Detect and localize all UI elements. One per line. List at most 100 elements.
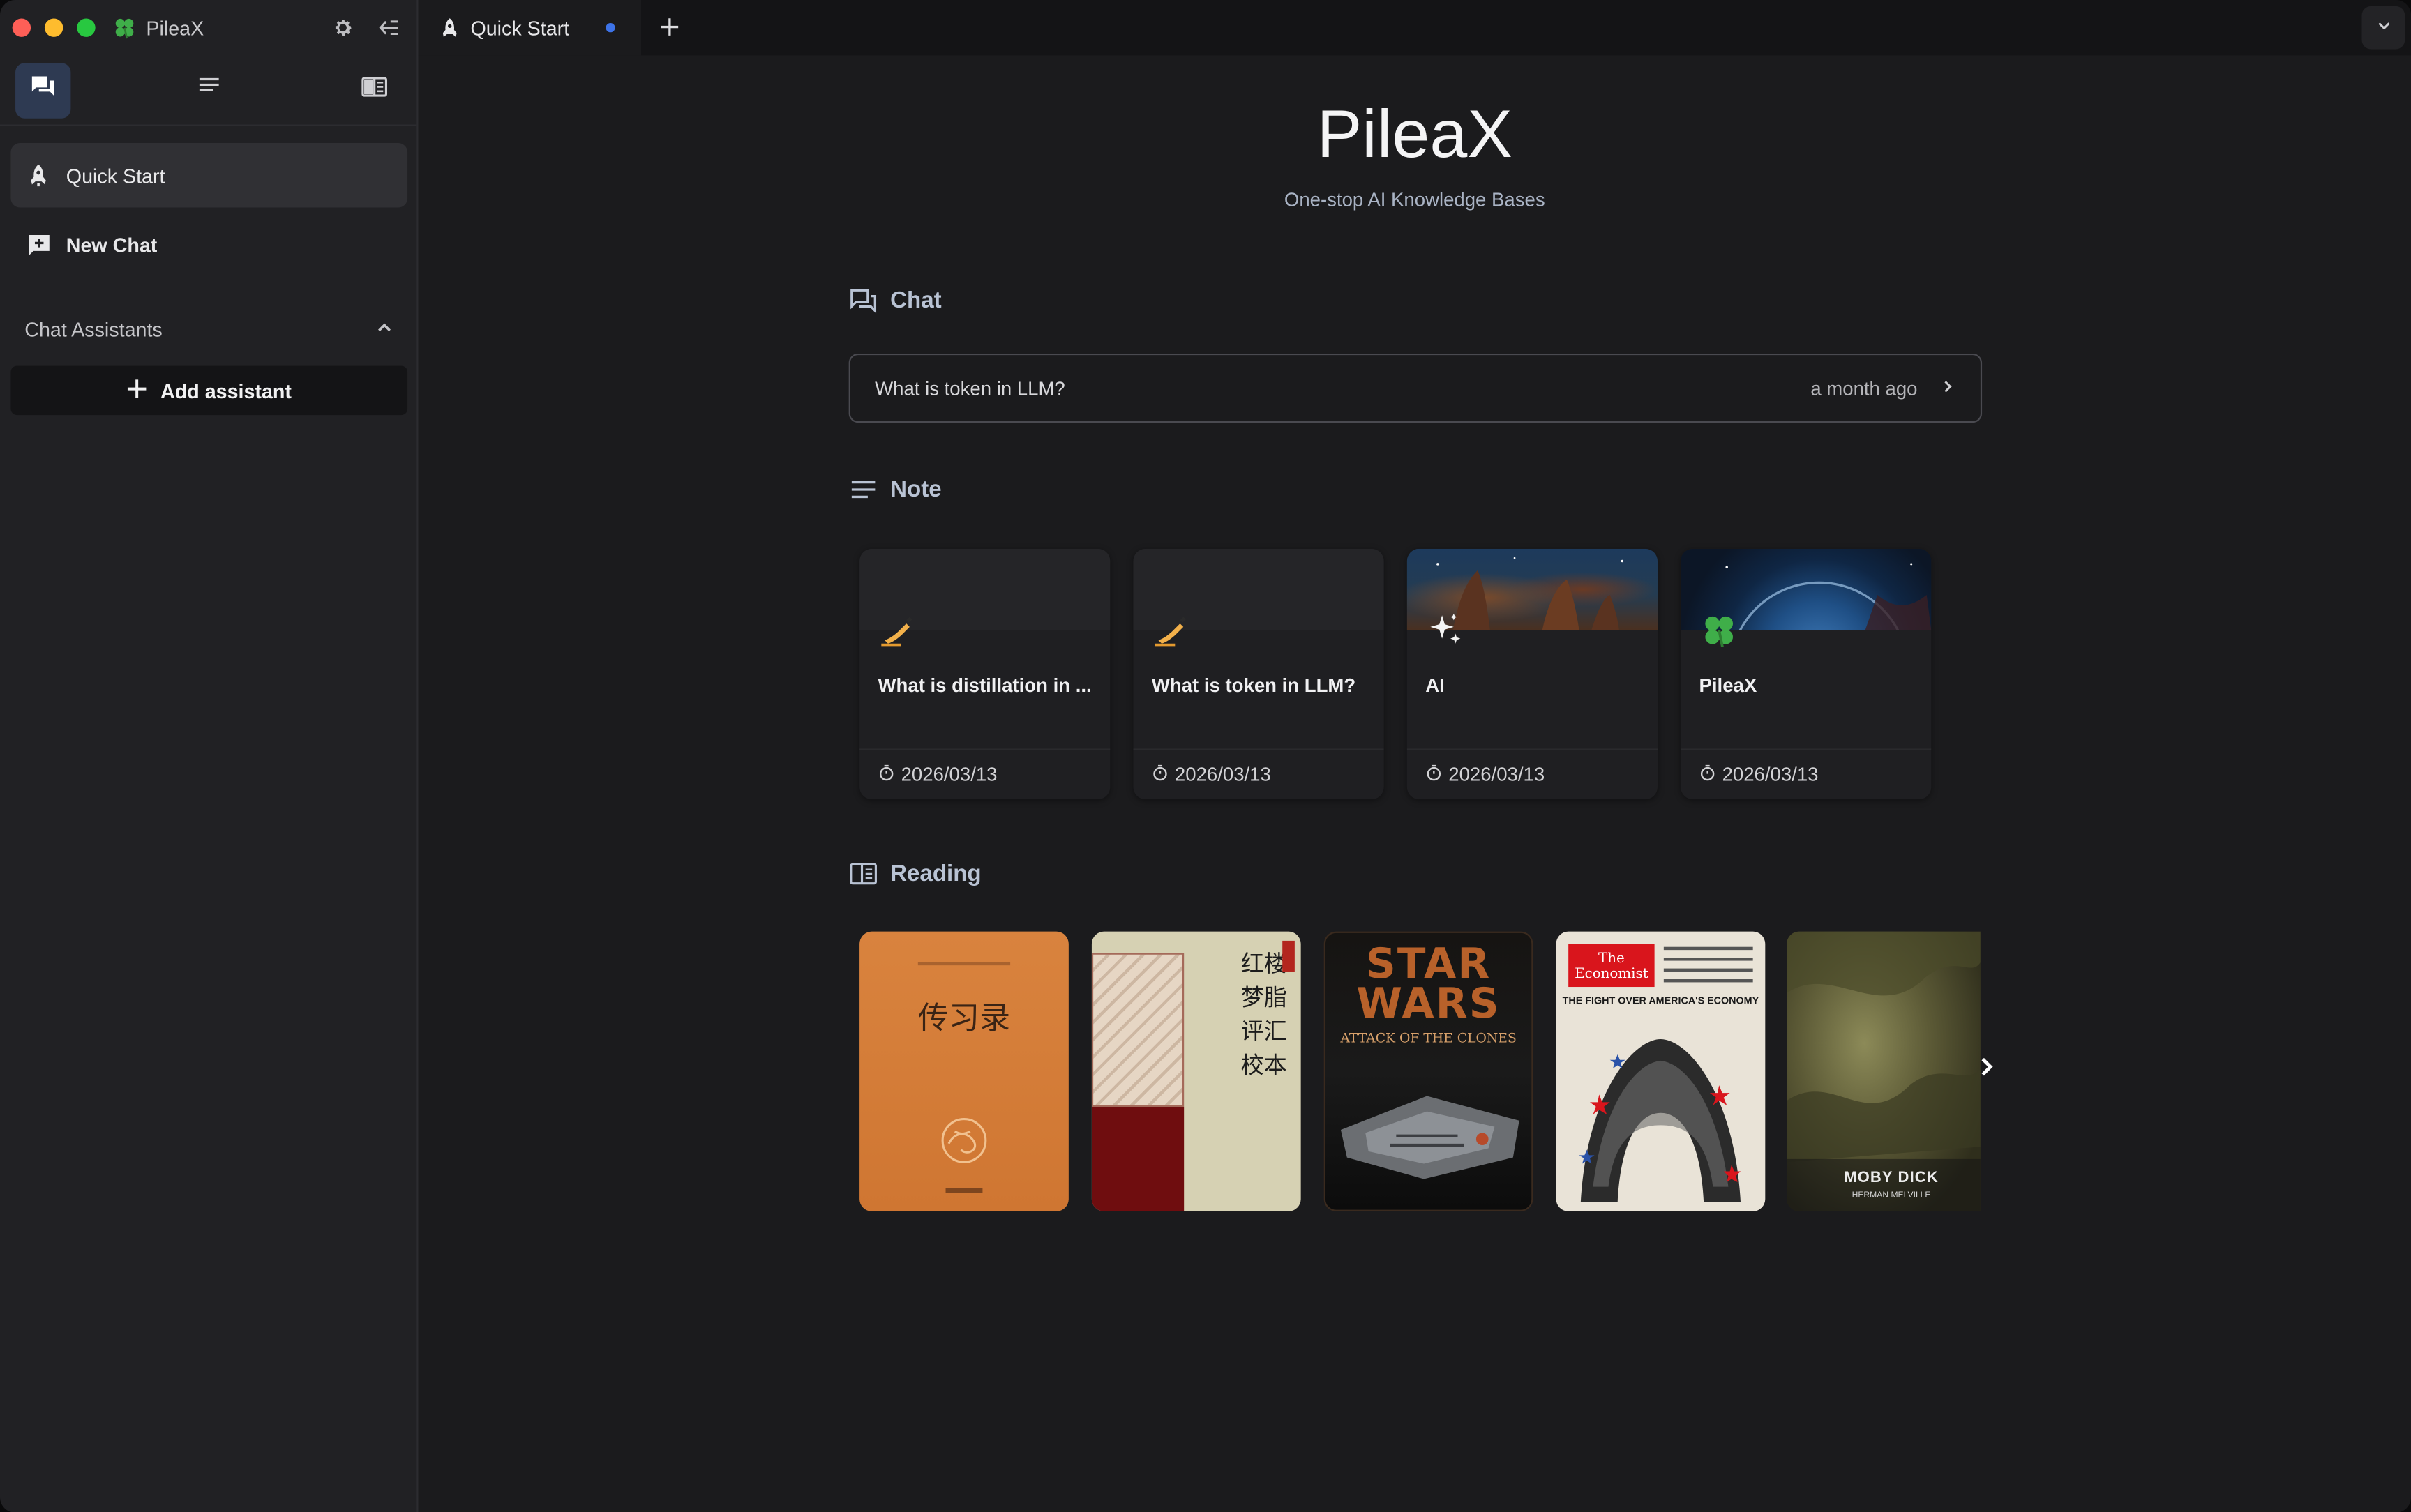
note-divider — [1406, 748, 1658, 750]
note-card[interactable]: AI 2026/03/13 — [1406, 548, 1658, 800]
book-subtitle: THE FIGHT OVER AMERICA'S ECONOMY — [1562, 996, 1759, 1007]
tab-quick-start[interactable]: Quick Start — [418, 0, 642, 56]
plus-icon — [127, 377, 149, 403]
stopwatch-icon — [1152, 764, 1169, 785]
chat-time: a month ago — [1810, 377, 1918, 399]
add-assistant-label: Add assistant — [160, 379, 292, 402]
note-card[interactable]: What is distillation in ... 2026/03/13 — [859, 548, 1111, 800]
dragon-emblem-icon — [933, 1110, 995, 1179]
note-title: AI — [1425, 674, 1445, 697]
notes-lines-icon — [195, 73, 223, 108]
note-date: 2026/03/13 — [1152, 764, 1271, 785]
book-title: MOBY DICK — [1844, 1170, 1939, 1187]
reading-mode-button[interactable] — [346, 62, 401, 117]
notes-mode-button[interactable] — [181, 62, 236, 117]
note-date-text: 2026/03/13 — [1174, 764, 1271, 786]
clover-icon — [1696, 607, 1742, 653]
note-card[interactable]: What is token in LLM? 2026/03/13 — [1133, 548, 1384, 800]
maximize-window-button[interactable] — [77, 18, 96, 37]
note-date-text: 2026/03/13 — [1448, 764, 1545, 786]
publisher-mark — [945, 1188, 983, 1193]
rocket-icon — [438, 16, 461, 39]
book-subtitle: HERMAN MELVILLE — [1852, 1191, 1931, 1201]
reading-section-heading: Reading — [849, 859, 982, 889]
note-card[interactable]: PileaX 2026/03/13 — [1681, 548, 1932, 800]
cover-ornament — [917, 962, 1011, 966]
cover-teasers — [1663, 946, 1753, 983]
economist-logo: The Economist — [1568, 944, 1655, 988]
rocket-icon — [26, 162, 52, 188]
crowd-collage-illustration — [1572, 1018, 1750, 1210]
quick-start-page: PileaX One-stop AI Knowledge Bases Chat … — [418, 55, 2411, 1512]
writing-hand-icon — [1148, 607, 1194, 653]
book-cover[interactable]: MOBY DICK HERMAN MELVILLE — [1787, 931, 1981, 1211]
note-divider — [859, 748, 1111, 750]
sidebar-item-new-chat[interactable]: New Chat — [10, 212, 407, 277]
cover-red-block — [1091, 1106, 1185, 1211]
notes-lines-icon — [849, 475, 878, 504]
book-title: STAR WARS — [1356, 940, 1501, 1029]
book-title: 传习录 — [917, 999, 1011, 1036]
section-heading-label: Chat — [890, 287, 942, 314]
stopwatch-icon — [1425, 764, 1442, 785]
page-subtitle: One-stop AI Knowledge Bases — [1284, 189, 1545, 211]
cover-red-seal — [1282, 940, 1295, 972]
chat-bubbles-icon — [29, 73, 57, 108]
book-open-icon — [849, 859, 878, 889]
sidebar-item-label: Quick Start — [66, 163, 165, 187]
book-cover[interactable]: 传习录 — [859, 931, 1069, 1211]
clover-logo-icon — [112, 15, 137, 40]
sidebar-titlebar: PileaX — [0, 0, 416, 55]
note-date: 2026/03/13 — [1699, 764, 1819, 786]
book-subtitle: ATTACK OF THE CLONES — [1340, 1031, 1517, 1047]
note-title: PileaX — [1699, 674, 1757, 697]
chat-bubbles-icon — [849, 286, 878, 315]
tab-bar: Quick Start — [418, 0, 2411, 56]
stopwatch-icon — [878, 764, 895, 785]
unsaved-dot-icon — [606, 23, 615, 33]
book-title: The Economist — [1575, 951, 1648, 983]
sparkles-icon — [1422, 607, 1469, 653]
chevron-right-icon — [1939, 377, 1955, 399]
chat-history-item[interactable]: What is token in LLM? a month ago — [848, 353, 1983, 423]
book-cover[interactable]: 红楼梦脂评汇校本 — [1091, 931, 1301, 1211]
cover-illustration — [1091, 953, 1185, 1107]
sidebar-item-quick-start[interactable]: Quick Start — [10, 142, 408, 208]
note-divider — [1681, 748, 1932, 750]
book-cover[interactable]: The Economist THE FIGHT OVER AMERICA'S E… — [1556, 931, 1766, 1211]
collapse-sidebar-icon[interactable] — [377, 15, 401, 40]
section-label: Chat Assistants — [24, 317, 163, 341]
starship-illustration — [1335, 1068, 1525, 1199]
note-title: What is token in LLM? — [1151, 674, 1356, 697]
note-date-text: 2026/03/13 — [1722, 764, 1819, 786]
app-window: PileaX Quick Start New Chat Chat Assista… — [0, 0, 2411, 1512]
note-title: What is distillation in ... — [878, 674, 1092, 697]
close-window-button[interactable] — [12, 18, 31, 37]
chat-section-heading: Chat — [849, 286, 942, 315]
carousel-next-button[interactable] — [1971, 1054, 2002, 1085]
note-date: 2026/03/13 — [1425, 764, 1545, 785]
chat-assistants-section-header[interactable]: Chat Assistants — [24, 314, 393, 345]
note-date-text: 2026/03/13 — [901, 764, 998, 786]
chat-mode-button[interactable] — [15, 62, 71, 118]
tab-list-dropdown-button[interactable] — [2361, 6, 2405, 50]
page-title: PileaX — [1316, 96, 1512, 172]
minimize-window-button[interactable] — [44, 18, 63, 37]
section-heading-label: Note — [890, 476, 942, 503]
section-heading-label: Reading — [890, 861, 982, 887]
writing-hand-icon — [875, 607, 921, 653]
new-tab-button[interactable] — [652, 10, 686, 44]
note-section-heading: Note — [849, 475, 942, 504]
chevron-up-icon[interactable] — [375, 317, 393, 340]
add-assistant-button[interactable]: Add assistant — [10, 365, 408, 416]
plus-icon — [659, 12, 679, 44]
mode-switcher — [0, 55, 417, 126]
note-date: 2026/03/13 — [878, 764, 998, 786]
gear-icon[interactable] — [331, 15, 355, 40]
stopwatch-icon — [1699, 764, 1716, 785]
new-chat-icon — [26, 232, 52, 257]
chevron-down-icon — [2375, 14, 2391, 42]
chat-title: What is token in LLM? — [875, 377, 1065, 399]
book-cover[interactable]: STAR WARS ATTACK OF THE CLONES — [1323, 931, 1533, 1211]
sidebar-item-label: New Chat — [66, 232, 158, 256]
